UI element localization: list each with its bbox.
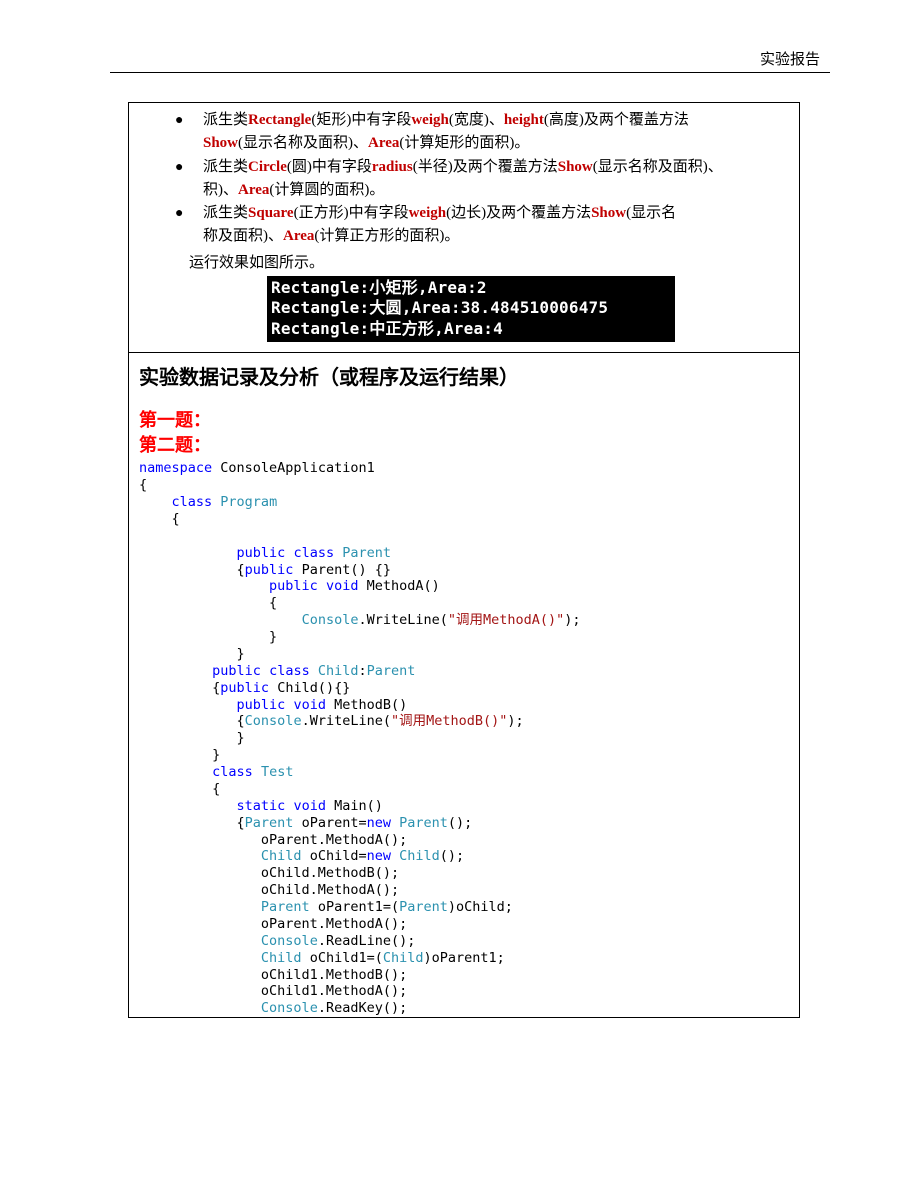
method-name: Area bbox=[368, 135, 399, 151]
text: (计算矩形的面积)。 bbox=[399, 135, 529, 151]
method-name: Area bbox=[283, 228, 314, 244]
field-name: weigh bbox=[409, 205, 447, 221]
text: 派生类 bbox=[203, 205, 248, 221]
text: (计算正方形的面积)。 bbox=[314, 228, 459, 244]
field-name: height bbox=[504, 112, 544, 128]
text: (高度)及两个覆盖方法 bbox=[544, 112, 689, 128]
field-name: radius bbox=[372, 159, 413, 175]
text: 积)、 bbox=[203, 182, 238, 198]
section-title: 实验数据记录及分析（或程序及运行结果） bbox=[139, 361, 789, 390]
method-name: Show bbox=[591, 205, 626, 221]
field-name: weigh bbox=[411, 112, 449, 128]
bullet-square: 派生类Square(正方形)中有字段weigh(边长)及两个覆盖方法Show(显… bbox=[203, 202, 785, 249]
text: 派生类 bbox=[203, 159, 248, 175]
text: (边长)及两个覆盖方法 bbox=[446, 205, 591, 221]
bullet-rectangle: 派生类Rectangle(矩形)中有字段weigh(宽度)、height(高度)… bbox=[203, 109, 785, 156]
method-name: Show bbox=[203, 135, 238, 151]
bullet-circle: 派生类Circle(圆)中有字段radius(半径)及两个覆盖方法Show(显示… bbox=[203, 156, 785, 203]
class-name: Square bbox=[248, 205, 294, 221]
text: (圆)中有字段 bbox=[287, 159, 372, 175]
section-experiment-data: 实验数据记录及分析（或程序及运行结果） 第一题： 第二题： namespace … bbox=[129, 353, 799, 1017]
method-name: Area bbox=[238, 182, 269, 198]
text: (半径)及两个覆盖方法 bbox=[413, 159, 558, 175]
run-note: 运行效果如图所示。 bbox=[139, 251, 789, 272]
text: (矩形)中有字段 bbox=[311, 112, 411, 128]
text: (计算圆的面积)。 bbox=[269, 182, 384, 198]
method-name: Show bbox=[558, 159, 593, 175]
class-name: Circle bbox=[248, 159, 287, 175]
bullet-list: 派生类Rectangle(矩形)中有字段weigh(宽度)、height(高度)… bbox=[139, 109, 789, 249]
console-output: Rectangle:小矩形,Area:2 Rectangle:大圆,Area:3… bbox=[267, 276, 675, 342]
text: (显示名称及面积)、 bbox=[593, 159, 723, 175]
question-1-label: 第一题： bbox=[139, 408, 789, 433]
console-line: Rectangle:小矩形,Area:2 bbox=[271, 278, 671, 299]
text: 称及面积)、 bbox=[203, 228, 283, 244]
text: (显示名 bbox=[626, 205, 676, 221]
question-2-label: 第二题： bbox=[139, 433, 789, 458]
text: (宽度)、 bbox=[449, 112, 504, 128]
code-listing: namespace ConsoleApplication1 { class Pr… bbox=[139, 460, 789, 1017]
text: (正方形)中有字段 bbox=[294, 205, 409, 221]
page-header-label: 实验报告 bbox=[760, 48, 820, 69]
console-line: Rectangle:大圆,Area:38.484510006475 bbox=[271, 298, 671, 319]
text: 派生类 bbox=[203, 112, 248, 128]
console-line: Rectangle:中正方形,Area:4 bbox=[271, 319, 671, 340]
class-name: Rectangle bbox=[248, 112, 311, 128]
content-frame: 派生类Rectangle(矩形)中有字段weigh(宽度)、height(高度)… bbox=[128, 102, 800, 1018]
page: 实验报告 派生类Rectangle(矩形)中有字段weigh(宽度)、heigh… bbox=[0, 0, 920, 1191]
section-problem-description: 派生类Rectangle(矩形)中有字段weigh(宽度)、height(高度)… bbox=[129, 103, 799, 353]
text: (显示名称及面积)、 bbox=[238, 135, 368, 151]
header-rule bbox=[110, 72, 830, 73]
